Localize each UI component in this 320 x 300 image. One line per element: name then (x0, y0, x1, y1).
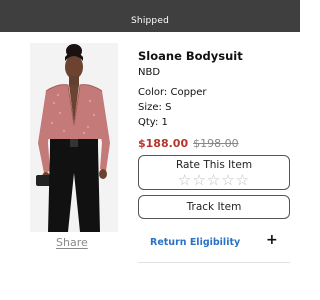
order-status-banner: Shipped (0, 0, 300, 32)
section-divider (138, 262, 290, 263)
expand-plus-icon[interactable]: + (266, 232, 278, 248)
return-eligibility-link[interactable]: Return Eligibility (150, 237, 240, 248)
product-size: Size: S (138, 102, 172, 113)
rate-item-label: Rate This Item (175, 159, 253, 171)
product-quantity: Qty: 1 (138, 117, 168, 128)
star-rating-input[interactable]: ☆☆☆☆☆ (139, 172, 289, 188)
sale-price: $188.00 (138, 137, 189, 150)
status-label: Shipped (131, 16, 169, 26)
product-color: Color: Copper (138, 87, 207, 98)
rate-item-box: Rate This Item ☆☆☆☆☆ (138, 155, 290, 190)
original-price: $198.00 (193, 137, 239, 150)
product-photo[interactable] (30, 43, 118, 232)
product-name: Sloane Bodysuit (138, 49, 243, 63)
share-link[interactable]: Share (56, 236, 88, 249)
product-brand: NBD (138, 67, 161, 78)
price-block: $188.00 $198.00 (138, 137, 239, 150)
track-item-button[interactable]: Track Item (138, 195, 290, 219)
